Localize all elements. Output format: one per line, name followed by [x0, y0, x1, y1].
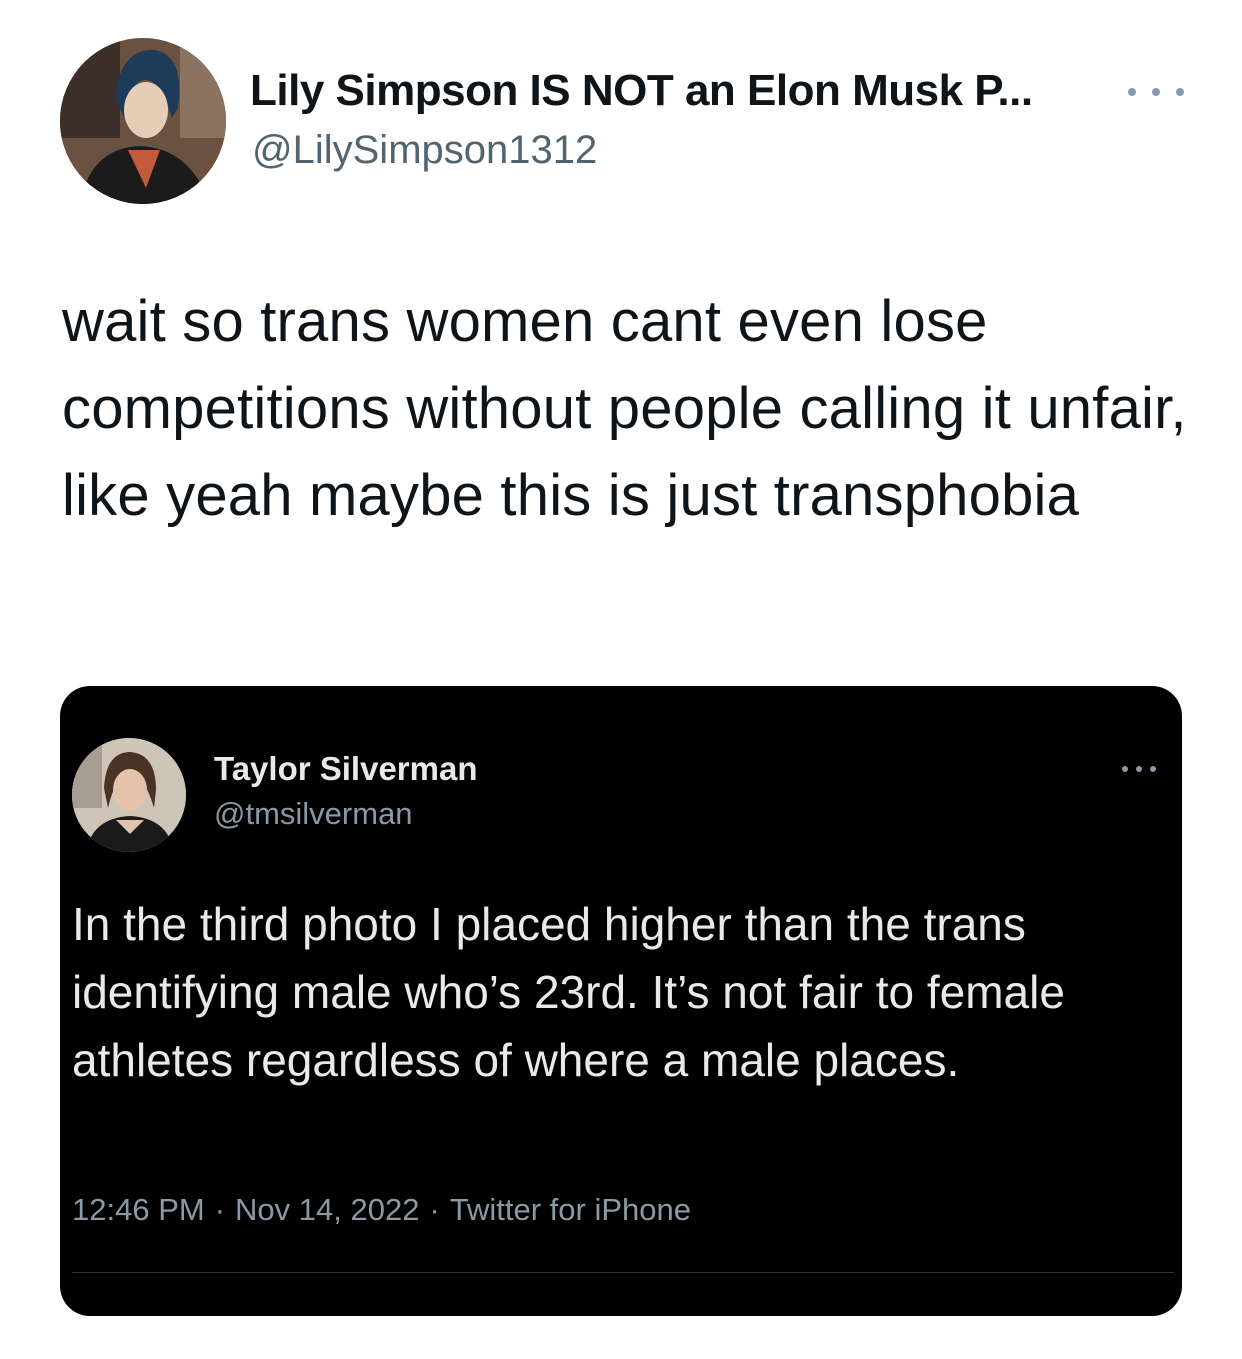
- meta-separator: ·: [429, 1192, 440, 1227]
- embedded-tweet-text: In the third photo I placed higher than …: [72, 898, 1065, 1086]
- dot-icon: [1122, 766, 1128, 772]
- author-avatar[interactable]: [60, 38, 226, 204]
- embedded-source: Twitter for iPhone: [449, 1192, 691, 1227]
- embedded-date: Nov 14, 2022: [235, 1192, 420, 1227]
- tweet-text: wait so trans women cant even lose compe…: [62, 289, 1187, 528]
- dot-icon: [1136, 766, 1142, 772]
- divider: [72, 1272, 1174, 1273]
- author-name[interactable]: Lily Simpson IS NOT an Elon Musk P...: [250, 66, 1033, 116]
- dot-icon: [1150, 766, 1156, 772]
- meta-separator: ·: [214, 1192, 226, 1227]
- embedded-author-handle: @tmsilverman: [214, 796, 413, 831]
- embedded-screenshot[interactable]: Taylor Silverman @tmsilverman In the thi…: [60, 686, 1182, 1316]
- tweet: Lily Simpson IS NOT an Elon Musk P... @L…: [0, 0, 1242, 1359]
- embedded-time: 12:46 PM: [72, 1192, 205, 1227]
- embedded-tweet-meta: 12:46 PM · Nov 14, 2022 · Twitter for iPhone: [72, 1192, 691, 1228]
- embedded-more-icon: [1122, 762, 1156, 776]
- author-handle[interactable]: @LilySimpson1312: [252, 128, 597, 173]
- dot-icon: [1128, 88, 1136, 96]
- embedded-avatar-image: [72, 738, 186, 852]
- author-avatar-image: [60, 38, 226, 204]
- embedded-author-name: Taylor Silverman: [214, 750, 478, 787]
- more-options-icon[interactable]: [1128, 78, 1184, 106]
- dot-icon: [1152, 88, 1160, 96]
- embedded-author-avatar: [72, 738, 186, 852]
- dot-icon: [1176, 88, 1184, 96]
